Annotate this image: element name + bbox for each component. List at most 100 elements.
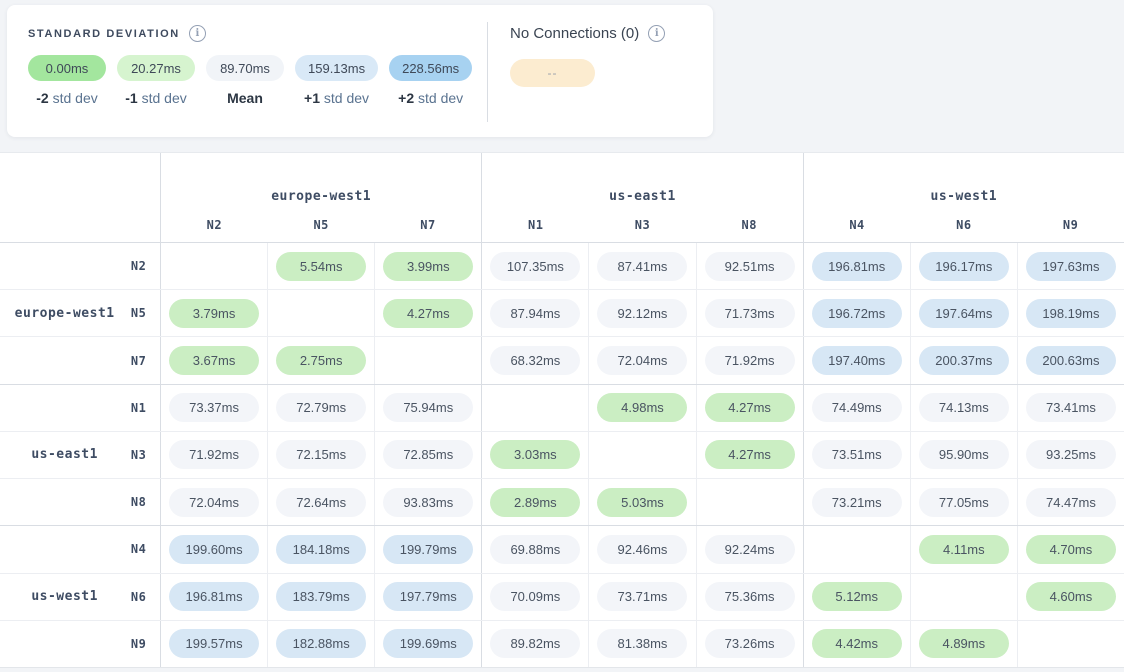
latency-cell[interactable]: 4.89ms	[911, 621, 1018, 667]
latency-pill[interactable]: 4.98ms	[597, 393, 687, 422]
latency-cell[interactable]: 73.37ms	[161, 385, 268, 431]
latency-cell[interactable]: 200.63ms	[1018, 337, 1124, 383]
latency-cell[interactable]: 95.90ms	[911, 432, 1018, 478]
latency-cell[interactable]: 196.17ms	[911, 243, 1018, 289]
latency-pill[interactable]: 107.35ms	[490, 252, 580, 281]
latency-cell[interactable]: 5.12ms	[804, 574, 911, 620]
latency-cell[interactable]: 73.26ms	[697, 621, 804, 667]
latency-cell[interactable]: 68.32ms	[482, 337, 589, 383]
latency-cell[interactable]: 70.09ms	[482, 574, 589, 620]
latency-cell[interactable]: 77.05ms	[911, 479, 1018, 525]
latency-pill[interactable]: 71.92ms	[705, 346, 795, 375]
latency-cell[interactable]: 92.46ms	[589, 526, 696, 572]
latency-cell[interactable]: 74.49ms	[804, 385, 911, 431]
latency-pill[interactable]: 200.37ms	[919, 346, 1009, 375]
info-icon[interactable]: i	[189, 25, 206, 42]
latency-pill[interactable]: 182.88ms	[276, 629, 366, 658]
latency-cell[interactable]: 197.64ms	[911, 290, 1018, 336]
latency-pill[interactable]: 73.41ms	[1026, 393, 1116, 422]
latency-cell[interactable]: 200.37ms	[911, 337, 1018, 383]
latency-cell[interactable]: 196.81ms	[804, 243, 911, 289]
latency-cell[interactable]: 72.64ms	[268, 479, 375, 525]
latency-pill[interactable]: 4.89ms	[919, 629, 1009, 658]
latency-cell[interactable]: 75.36ms	[697, 574, 804, 620]
latency-cell[interactable]: 198.19ms	[1018, 290, 1124, 336]
latency-pill[interactable]: 4.27ms	[383, 299, 473, 328]
latency-pill[interactable]: 73.71ms	[597, 582, 687, 611]
latency-cell[interactable]: 92.12ms	[589, 290, 696, 336]
latency-cell[interactable]: 4.70ms	[1018, 526, 1124, 572]
latency-pill[interactable]: 92.24ms	[705, 535, 795, 564]
latency-pill[interactable]: 197.63ms	[1026, 252, 1116, 281]
latency-pill[interactable]: 74.13ms	[919, 393, 1009, 422]
latency-pill[interactable]: 2.89ms	[490, 488, 580, 517]
latency-cell[interactable]: 75.94ms	[375, 385, 482, 431]
latency-cell[interactable]: 197.40ms	[804, 337, 911, 383]
latency-pill[interactable]: 72.85ms	[383, 440, 473, 469]
latency-pill[interactable]: 75.36ms	[705, 582, 795, 611]
latency-pill[interactable]: 4.70ms	[1026, 535, 1116, 564]
latency-cell[interactable]: 199.69ms	[375, 621, 482, 667]
latency-cell[interactable]: 4.27ms	[697, 385, 804, 431]
latency-cell[interactable]: 3.99ms	[375, 243, 482, 289]
latency-cell[interactable]: 93.25ms	[1018, 432, 1124, 478]
latency-pill[interactable]: 81.38ms	[597, 629, 687, 658]
latency-cell[interactable]: 72.79ms	[268, 385, 375, 431]
latency-pill[interactable]: 77.05ms	[919, 488, 1009, 517]
latency-cell[interactable]: 72.85ms	[375, 432, 482, 478]
latency-pill[interactable]: 93.25ms	[1026, 440, 1116, 469]
latency-pill[interactable]: 196.17ms	[919, 252, 1009, 281]
latency-cell[interactable]: 2.89ms	[482, 479, 589, 525]
latency-cell[interactable]: 74.47ms	[1018, 479, 1124, 525]
latency-cell[interactable]: 71.92ms	[161, 432, 268, 478]
latency-pill[interactable]: 4.27ms	[705, 440, 795, 469]
latency-cell[interactable]: 69.88ms	[482, 526, 589, 572]
latency-pill[interactable]: 69.88ms	[490, 535, 580, 564]
latency-pill[interactable]: 72.64ms	[276, 488, 366, 517]
latency-pill[interactable]: 199.79ms	[383, 535, 473, 564]
latency-cell[interactable]: 4.11ms	[911, 526, 1018, 572]
latency-pill[interactable]: 72.04ms	[169, 488, 259, 517]
latency-pill[interactable]: 183.79ms	[276, 582, 366, 611]
latency-cell[interactable]: 5.03ms	[589, 479, 696, 525]
latency-cell[interactable]: 87.94ms	[482, 290, 589, 336]
latency-pill[interactable]: 3.99ms	[383, 252, 473, 281]
latency-pill[interactable]: 199.60ms	[169, 535, 259, 564]
latency-cell[interactable]: 196.81ms	[161, 574, 268, 620]
latency-cell[interactable]: 5.54ms	[268, 243, 375, 289]
latency-cell[interactable]: 92.24ms	[697, 526, 804, 572]
latency-pill[interactable]: 196.81ms	[812, 252, 902, 281]
latency-cell[interactable]: 71.73ms	[697, 290, 804, 336]
latency-pill[interactable]: 73.21ms	[812, 488, 902, 517]
latency-pill[interactable]: 4.11ms	[919, 535, 1009, 564]
latency-pill[interactable]: 198.19ms	[1026, 299, 1116, 328]
latency-pill[interactable]: 3.79ms	[169, 299, 259, 328]
latency-pill[interactable]: 92.51ms	[705, 252, 795, 281]
latency-cell[interactable]: 73.41ms	[1018, 385, 1124, 431]
latency-pill[interactable]: 199.57ms	[169, 629, 259, 658]
latency-cell[interactable]: 73.71ms	[589, 574, 696, 620]
latency-pill[interactable]: 200.63ms	[1026, 346, 1116, 375]
latency-cell[interactable]: 4.42ms	[804, 621, 911, 667]
latency-cell[interactable]: 74.13ms	[911, 385, 1018, 431]
latency-pill[interactable]: 199.69ms	[383, 629, 473, 658]
latency-cell[interactable]: 3.67ms	[161, 337, 268, 383]
latency-pill[interactable]: 5.54ms	[276, 252, 366, 281]
latency-cell[interactable]: 3.03ms	[482, 432, 589, 478]
latency-cell[interactable]: 81.38ms	[589, 621, 696, 667]
latency-cell[interactable]: 89.82ms	[482, 621, 589, 667]
latency-pill[interactable]: 5.12ms	[812, 582, 902, 611]
latency-pill[interactable]: 4.42ms	[812, 629, 902, 658]
latency-cell[interactable]: 182.88ms	[268, 621, 375, 667]
latency-pill[interactable]: 89.82ms	[490, 629, 580, 658]
latency-cell[interactable]: 197.79ms	[375, 574, 482, 620]
latency-cell[interactable]: 71.92ms	[697, 337, 804, 383]
latency-cell[interactable]: 199.60ms	[161, 526, 268, 572]
latency-cell[interactable]: 199.79ms	[375, 526, 482, 572]
latency-cell[interactable]: 73.21ms	[804, 479, 911, 525]
latency-pill[interactable]: 74.47ms	[1026, 488, 1116, 517]
latency-pill[interactable]: 72.79ms	[276, 393, 366, 422]
latency-pill[interactable]: 4.60ms	[1026, 582, 1116, 611]
latency-pill[interactable]: 71.73ms	[705, 299, 795, 328]
latency-pill[interactable]: 73.26ms	[705, 629, 795, 658]
